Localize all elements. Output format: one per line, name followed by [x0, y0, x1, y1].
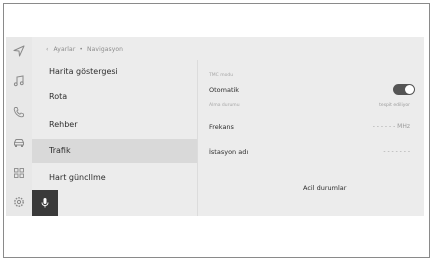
- menu-item-harita-gostergesi[interactable]: Harita göstergesi: [32, 60, 197, 84]
- breadcrumb-current: Navigasyon: [87, 46, 124, 53]
- car-icon[interactable]: [12, 136, 26, 150]
- menu-item-rehber[interactable]: Rehber: [32, 113, 197, 137]
- traffic-settings-panel: TMC modu Otomatik Alma durumu tespit edi…: [198, 37, 424, 216]
- menu-item-rota[interactable]: Rota: [32, 85, 197, 109]
- section-label: TMC modu: [209, 73, 234, 78]
- status-sub-value: tespit ediliyor: [379, 103, 410, 108]
- frekans-label: Frekans: [209, 123, 234, 131]
- station-name-label: İstasyon adı: [209, 148, 249, 156]
- otomatik-toggle[interactable]: [393, 84, 415, 95]
- phone-icon[interactable]: [12, 105, 26, 119]
- menu-item-label: Hart güncllme: [49, 173, 106, 182]
- infotainment-screen: ‹ Ayarlar • Navigasyon Harita göstergesi Ro…: [6, 37, 424, 216]
- microphone-icon: [41, 198, 49, 208]
- apps-icon[interactable]: [12, 166, 26, 180]
- menu-item-trafik[interactable]: Trafik: [32, 139, 197, 163]
- frekans-value: - - - - - - MHz: [372, 123, 410, 130]
- breadcrumb-parent[interactable]: Ayarlar: [54, 46, 76, 53]
- navigation-icon[interactable]: [12, 44, 26, 58]
- menu-item-label: Trafik: [49, 146, 71, 155]
- icon-rail: [6, 37, 32, 216]
- status-sub-label: Alma durumu: [209, 103, 240, 108]
- toggle-knob: [405, 85, 414, 94]
- voice-button[interactable]: [32, 190, 58, 216]
- otomatik-label: Otomatik: [209, 86, 240, 94]
- breadcrumb: ‹ Ayarlar • Navigasyon: [46, 46, 123, 53]
- settings-icon[interactable]: [12, 195, 26, 209]
- station-name-value: - - - - - - -: [383, 148, 410, 155]
- back-chevron-icon[interactable]: ‹: [46, 46, 49, 53]
- emergency-status-button[interactable]: Acil durumlar: [303, 184, 346, 192]
- breadcrumb-separator: •: [79, 46, 84, 53]
- menu-item-label: Harita göstergesi: [49, 67, 118, 76]
- menu-item-harita-guncelleme[interactable]: Hart güncllme: [32, 166, 197, 190]
- menu-item-label: Rota: [49, 92, 68, 101]
- music-icon[interactable]: [12, 74, 26, 88]
- menu-item-label: Rehber: [49, 120, 78, 129]
